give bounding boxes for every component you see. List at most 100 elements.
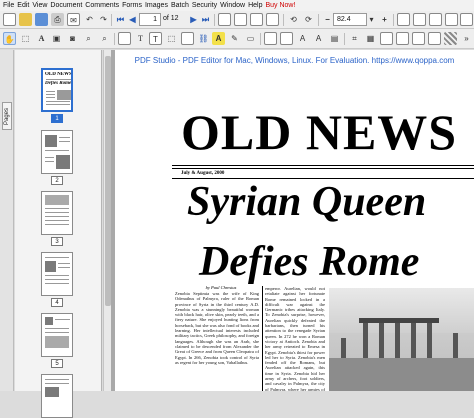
menu-comments[interactable]: Comments [82,0,119,11]
search-icon[interactable]: ⌕ [82,32,95,45]
page-number-label[interactable]: 1 [51,114,63,123]
page-number-label[interactable]: 5 [51,359,63,368]
pencil-icon[interactable]: ✎ [228,32,241,45]
note-icon[interactable] [118,32,131,45]
callout-icon[interactable]: ⬚ [165,32,178,45]
menu-edit[interactable]: Edit [14,0,29,11]
menu-bar: File Edit View Document Comments Forms Images B… [0,0,474,11]
text-box-icon[interactable]: T [149,32,162,45]
document-view[interactable]: PDF Studio - PDF Editor for Mac, Windows… [111,50,474,391]
previous-page-icon[interactable]: ◀ [126,13,139,26]
thumbnail-photo [45,336,69,348]
thumbnail-photo [57,90,71,100]
thumbnail-photo [56,155,70,169]
add-text-icon[interactable]: A [296,32,309,45]
menu-forms[interactable]: Forms [119,0,142,11]
image-select-icon[interactable]: ▣ [50,32,63,45]
thumbnails-scrollbar[interactable] [103,50,111,391]
form-field-icon[interactable]: ▤ [328,32,341,45]
open-folder-icon[interactable] [19,13,32,26]
page-number-input[interactable]: 1 [139,13,161,26]
menu-view[interactable]: View [29,0,47,11]
stamp-icon[interactable] [181,32,194,45]
merge-icon[interactable] [428,32,441,45]
fit-width-icon[interactable] [413,13,426,26]
redact-icon[interactable]: ▦ [364,32,377,45]
tools-toolbar: ✋ ⬚ A ▣ ◙ ⌕ ⌕ T T ⬚ ⛓ A ✎ ▭ A A ▤ ⌗ ▦ » [0,29,474,49]
more-tools-icon[interactable]: » [460,32,473,45]
crop-icon[interactable]: ⌗ [348,32,361,45]
edit-content-icon[interactable] [264,32,277,45]
thumbnail-text-line [46,91,55,92]
facing-view-icon[interactable] [250,13,263,26]
email-icon[interactable]: ✉ [67,13,80,26]
page-number-label[interactable]: 4 [51,298,63,307]
new-document-icon[interactable] [3,13,16,26]
page-thumbnail[interactable] [41,374,73,418]
find-replace-icon[interactable]: ⌕ [98,32,111,45]
page-thumbnail[interactable] [41,313,73,357]
zoom-in-icon[interactable]: + [378,13,391,26]
page-number-label[interactable]: 3 [51,237,63,246]
zoom-level-input[interactable]: 82.4 [333,13,367,26]
side-tabs: Pages [0,50,14,391]
snapshot-icon[interactable]: ◙ [66,32,79,45]
photo-column [363,323,368,363]
print-icon[interactable]: ⎙ [51,13,64,26]
toolbar-separator [344,33,345,45]
add-image-icon[interactable] [280,32,293,45]
link-icon[interactable]: ⛓ [197,32,210,45]
undo-icon[interactable]: ↶ [83,13,96,26]
masthead-rule [172,165,474,166]
toolbar-separator [214,14,215,26]
photo-ground [329,358,474,391]
menu-security[interactable]: Security [189,0,217,11]
rotate-cw-icon[interactable]: ⟳ [302,13,315,26]
menu-buy-now[interactable]: Buy Now! [262,0,295,11]
page-number-label[interactable]: 2 [51,176,63,185]
highlight-icon[interactable]: A [212,32,225,45]
thumbnail-text-line [45,224,69,225]
single-page-view-icon[interactable] [218,13,231,26]
menu-help[interactable]: Help [245,0,262,11]
text-select-icon[interactable]: A [35,32,48,45]
continuous-facing-view-icon[interactable] [266,13,279,26]
page-thumbnail[interactable] [41,252,73,296]
thumbnail-text-line [45,220,69,221]
page-thumbnail[interactable] [41,191,73,235]
thumbnail-text-line [45,275,69,276]
insert-page-icon[interactable] [380,32,393,45]
menu-file[interactable]: File [0,0,14,11]
fit-visible-icon[interactable] [445,13,458,26]
thumbnail-text-line [46,97,55,98]
page-thumbnail[interactable] [41,130,73,174]
redo-icon[interactable]: ↷ [97,13,110,26]
zoom-dropdown-icon[interactable]: ▾ [367,13,376,26]
extract-page-icon[interactable] [396,32,409,45]
page-thumbnail[interactable]: OLD NEWS Defies Rome [41,68,73,112]
menu-images[interactable]: Images [142,0,168,11]
select-tool-icon[interactable]: ⬚ [19,32,32,45]
full-screen-icon[interactable] [460,13,473,26]
thumbnail-text-line [58,267,70,268]
thumbnail-rule [46,79,71,80]
menu-batch[interactable]: Batch [168,0,189,11]
continuous-view-icon[interactable] [234,13,247,26]
last-page-icon[interactable]: ⏭ [199,13,212,26]
hand-tool-icon[interactable]: ✋ [3,32,16,45]
fit-page-icon[interactable] [397,13,410,26]
rotate-ccw-icon[interactable]: ⟲ [287,13,300,26]
typewriter-icon[interactable]: T [134,32,147,45]
menu-window[interactable]: Window [217,0,245,11]
sticky-note-icon[interactable]: ▭ [244,32,257,45]
pdf-page[interactable]: PDF Studio - PDF Editor for Mac, Windows… [115,50,474,391]
thumbnail-text-line [45,328,69,329]
flatten-icon[interactable] [444,32,457,45]
newspaper-masthead: OLD NEWS [181,104,458,160]
split-page-icon[interactable] [412,32,425,45]
actual-size-icon[interactable] [429,13,442,26]
save-icon[interactable] [35,13,48,26]
menu-document[interactable]: Document [47,0,82,11]
add-shape-icon[interactable]: A [312,32,325,45]
tab-pages[interactable]: Pages [2,102,12,130]
